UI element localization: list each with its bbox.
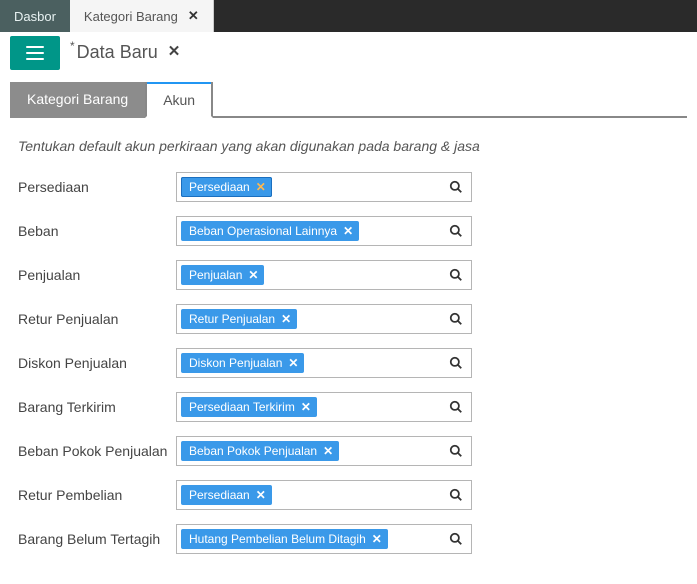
field-picker-retur-penjualan[interactable]: Retur Penjualan ✕ — [176, 304, 472, 334]
chip-text: Persediaan — [189, 488, 250, 502]
field-label-persediaan: Persediaan — [18, 179, 176, 195]
chip-beban: Beban Operasional Lainnya ✕ — [181, 221, 359, 241]
document-title-text: Data Baru — [77, 42, 158, 63]
chip-text: Penjualan — [189, 268, 242, 282]
chip-remove-icon[interactable]: ✕ — [256, 181, 266, 193]
chip-remove-icon[interactable]: ✕ — [288, 357, 298, 369]
search-icon[interactable] — [449, 400, 463, 414]
chip-retur-penjualan: Retur Penjualan ✕ — [181, 309, 297, 329]
chip-text: Retur Penjualan — [189, 312, 275, 326]
field-picker-hpp[interactable]: Beban Pokok Penjualan ✕ — [176, 436, 472, 466]
panel-description: Tentukan default akun perkiraan yang aka… — [18, 138, 679, 154]
chip-remove-icon[interactable]: ✕ — [281, 313, 291, 325]
chip-text: Persediaan — [189, 180, 250, 194]
field-picker-penjualan[interactable]: Penjualan ✕ — [176, 260, 472, 290]
field-label-barang-terkirim: Barang Terkirim — [18, 399, 176, 415]
field-picker-barang-terkirim[interactable]: Persediaan Terkirim ✕ — [176, 392, 472, 422]
search-icon[interactable] — [449, 488, 463, 502]
search-icon[interactable] — [449, 224, 463, 238]
chip-text: Diskon Penjualan — [189, 356, 282, 370]
tab-kategori-barang-label: Kategori Barang — [27, 91, 128, 107]
document-close-icon[interactable]: ✕ — [168, 42, 181, 60]
tab-kategori-barang[interactable]: Kategori Barang — [10, 82, 145, 118]
akun-panel: Tentukan default akun perkiraan yang aka… — [10, 118, 687, 584]
search-icon[interactable] — [449, 444, 463, 458]
chip-belum-tertagih: Hutang Pembelian Belum Ditagih ✕ — [181, 529, 388, 549]
field-picker-belum-tertagih[interactable]: Hutang Pembelian Belum Ditagih ✕ — [176, 524, 472, 554]
field-picker-diskon-penjualan[interactable]: Diskon Penjualan ✕ — [176, 348, 472, 378]
chip-remove-icon[interactable]: ✕ — [301, 401, 311, 413]
field-row-barang-terkirim: Barang Terkirim Persediaan Terkirim ✕ — [18, 392, 679, 422]
chip-persediaan: Persediaan ✕ — [181, 177, 272, 197]
tab-akun-label: Akun — [163, 92, 195, 108]
top-tab-dasbor[interactable]: Dasbor — [0, 0, 70, 32]
search-icon[interactable] — [449, 532, 463, 546]
subbar: * Data Baru ✕ — [0, 32, 697, 74]
field-row-hpp: Beban Pokok Penjualan Beban Pokok Penjua… — [18, 436, 679, 466]
chip-remove-icon[interactable]: ✕ — [343, 225, 353, 237]
chip-text: Beban Operasional Lainnya — [189, 224, 337, 238]
chip-barang-terkirim: Persediaan Terkirim ✕ — [181, 397, 317, 417]
field-row-diskon-penjualan: Diskon Penjualan Diskon Penjualan ✕ — [18, 348, 679, 378]
search-icon[interactable] — [449, 180, 463, 194]
chip-remove-icon[interactable]: ✕ — [248, 269, 258, 281]
chip-remove-icon[interactable]: ✕ — [256, 489, 266, 501]
field-label-belum-tertagih: Barang Belum Tertagih — [18, 531, 176, 547]
search-icon[interactable] — [449, 356, 463, 370]
field-label-retur-penjualan: Retur Penjualan — [18, 311, 176, 327]
field-row-retur-pembelian: Retur Pembelian Persediaan ✕ — [18, 480, 679, 510]
chip-remove-icon[interactable]: ✕ — [372, 533, 382, 545]
chip-text: Beban Pokok Penjualan — [189, 444, 317, 458]
field-label-hpp: Beban Pokok Penjualan — [18, 443, 176, 459]
top-tab-kategori-barang-close-icon[interactable]: ✕ — [188, 8, 199, 24]
inner-tabs: Kategori Barang Akun — [10, 80, 687, 118]
field-picker-persediaan[interactable]: Persediaan ✕ — [176, 172, 472, 202]
top-tab-dasbor-label: Dasbor — [14, 9, 56, 24]
top-tab-kategori-barang[interactable]: Kategori Barang ✕ — [70, 0, 214, 32]
list-icon — [26, 46, 44, 60]
chip-remove-icon[interactable]: ✕ — [323, 445, 333, 457]
chip-diskon-penjualan: Diskon Penjualan ✕ — [181, 353, 304, 373]
chip-text: Hutang Pembelian Belum Ditagih — [189, 532, 366, 546]
field-label-beban: Beban — [18, 223, 176, 239]
field-label-diskon-penjualan: Diskon Penjualan — [18, 355, 176, 371]
field-row-retur-penjualan: Retur Penjualan Retur Penjualan ✕ — [18, 304, 679, 334]
chip-hpp: Beban Pokok Penjualan ✕ — [181, 441, 339, 461]
field-label-retur-pembelian: Retur Pembelian — [18, 487, 176, 503]
field-label-penjualan: Penjualan — [18, 267, 176, 283]
field-picker-retur-pembelian[interactable]: Persediaan ✕ — [176, 480, 472, 510]
search-icon[interactable] — [449, 268, 463, 282]
tab-akun[interactable]: Akun — [145, 82, 213, 118]
chip-retur-pembelian: Persediaan ✕ — [181, 485, 272, 505]
search-icon[interactable] — [449, 312, 463, 326]
field-row-penjualan: Penjualan Penjualan ✕ — [18, 260, 679, 290]
top-tab-kategori-barang-label: Kategori Barang — [84, 9, 178, 24]
dirty-marker: * — [70, 40, 75, 52]
chip-penjualan: Penjualan ✕ — [181, 265, 264, 285]
field-picker-beban[interactable]: Beban Operasional Lainnya ✕ — [176, 216, 472, 246]
field-row-persediaan: Persediaan Persediaan ✕ — [18, 172, 679, 202]
document-title: * Data Baru ✕ — [70, 42, 180, 63]
field-row-belum-tertagih: Barang Belum Tertagih Hutang Pembelian B… — [18, 524, 679, 554]
chip-text: Persediaan Terkirim — [189, 400, 295, 414]
app-topbar: Dasbor Kategori Barang ✕ — [0, 0, 697, 32]
field-row-beban: Beban Beban Operasional Lainnya ✕ — [18, 216, 679, 246]
menu-button[interactable] — [10, 36, 60, 70]
